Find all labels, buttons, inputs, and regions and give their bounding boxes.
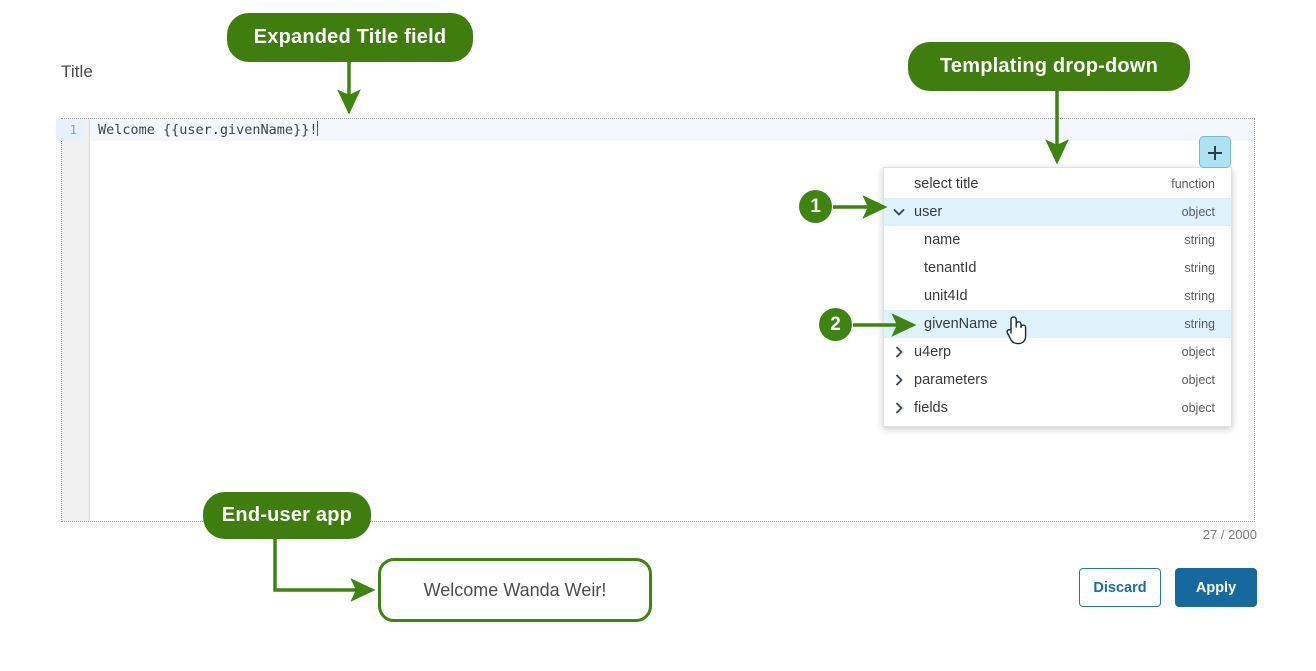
templating-dropdown-panel[interactable]: select titlefunctionuserobjectnamestring… [883, 167, 1232, 427]
dropdown-item-type: object [1182, 338, 1231, 366]
dropdown-item-label: tenantId [914, 254, 1184, 282]
add-template-token-button[interactable] [1199, 136, 1231, 168]
chevron-right-icon[interactable] [884, 401, 914, 415]
discard-button[interactable]: Discard [1079, 568, 1161, 607]
step-badge-1: 1 [799, 190, 832, 223]
end-user-app-preview: Welcome Wanda Weir! [378, 558, 652, 622]
dropdown-item-type: string [1184, 254, 1231, 282]
text-caret [317, 121, 318, 136]
dropdown-item-label: name [914, 226, 1184, 254]
dropdown-item-label: unit4Id [914, 282, 1184, 310]
dropdown-item-type: string [1184, 226, 1231, 254]
footer-button-group: Discard Apply [1079, 568, 1257, 607]
dropdown-item-type: string [1184, 282, 1231, 310]
chevron-right-icon[interactable] [884, 373, 914, 387]
dropdown-item-type: object [1182, 198, 1231, 226]
chevron-right-icon[interactable] [884, 345, 914, 359]
apply-button[interactable]: Apply [1175, 568, 1257, 607]
callout-expanded-title: Expanded Title field [227, 13, 473, 62]
arrow-end-user-app [275, 539, 372, 590]
dropdown-item-unit4id[interactable]: unit4Idstring [884, 282, 1231, 310]
plus-icon-vertical [1214, 146, 1216, 160]
character-counter: 27 / 2000 [1203, 527, 1257, 542]
end-user-preview-text: Welcome Wanda Weir! [424, 580, 607, 601]
dropdown-item-label: givenName [914, 310, 1184, 338]
dropdown-item-label: u4erp [914, 338, 1182, 366]
chevron-down-icon[interactable] [884, 205, 914, 219]
dropdown-item-type: object [1182, 394, 1231, 422]
dropdown-item-name[interactable]: namestring [884, 226, 1231, 254]
dropdown-item-label: select title [914, 170, 1171, 198]
page-title: Title [61, 62, 93, 82]
editor-code-line[interactable]: Welcome {{user.givenName}}! [98, 119, 318, 141]
dropdown-item-select-title[interactable]: select titlefunction [884, 170, 1231, 198]
dropdown-item-user[interactable]: userobject [884, 198, 1231, 226]
step-badge-2: 2 [819, 308, 852, 341]
dropdown-item-label: parameters [914, 366, 1182, 394]
callout-end-user-app: End-user app [203, 492, 371, 539]
editor-code-text: Welcome {{user.givenName}}! [98, 122, 317, 138]
dropdown-item-u4erp[interactable]: u4erpobject [884, 338, 1231, 366]
dropdown-item-label: user [914, 198, 1182, 226]
editor-line-number: 1 [56, 119, 83, 141]
dropdown-item-type: object [1182, 366, 1231, 394]
dropdown-item-tenantid[interactable]: tenantIdstring [884, 254, 1231, 282]
dropdown-item-label: fields [914, 394, 1182, 422]
editor-gutter: 1 [62, 119, 90, 521]
dropdown-item-type: string [1184, 310, 1231, 338]
dropdown-item-type: function [1171, 170, 1231, 198]
dropdown-item-givenname[interactable]: givenNamestring [884, 310, 1231, 338]
dropdown-item-parameters[interactable]: parametersobject [884, 366, 1231, 394]
callout-templating-dropdown: Templating drop-down [908, 42, 1190, 91]
dropdown-item-fields[interactable]: fieldsobject [884, 394, 1231, 422]
